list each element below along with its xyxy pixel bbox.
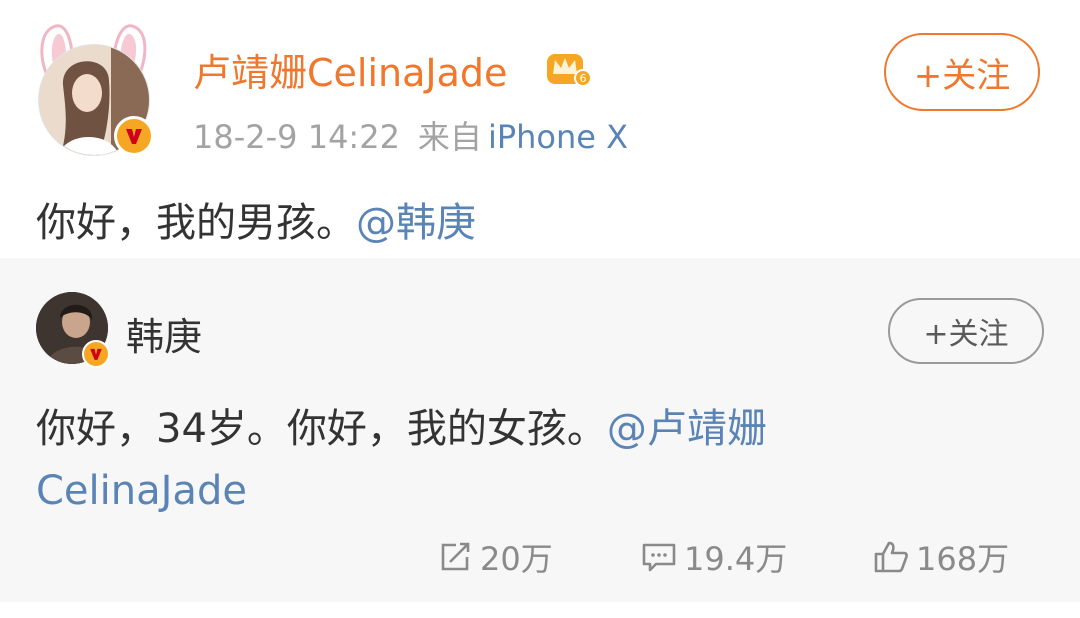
crown-vip-icon[interactable]: 6 [545, 44, 591, 88]
post-meta: 18-2-9 14:22 来自 iPhone X [193, 112, 628, 158]
repost-follow-button[interactable]: +关注 [888, 298, 1044, 364]
comment-icon [642, 543, 676, 572]
like-count: 168万 [916, 540, 1010, 578]
repost-text: 你好，34岁。你好，我的女孩。 [36, 406, 607, 452]
repost-content: 你好，34岁。你好，我的女孩。@卢靖姗CelinaJade [36, 398, 896, 522]
like-icon [874, 541, 908, 573]
post-username[interactable]: 卢靖姗CelinaJade [193, 42, 507, 97]
post-content: 你好，我的男孩。@韩庚 [36, 190, 476, 248]
bottom-divider [0, 602, 1080, 618]
avatar-group[interactable] [28, 20, 158, 160]
repost-action[interactable]: 20万 [438, 534, 553, 580]
like-action[interactable]: 168万 [872, 534, 1009, 580]
comment-count: 19.4万 [684, 540, 788, 578]
comment-action[interactable]: 19.4万 [640, 534, 787, 580]
post-mention-link[interactable]: @韩庚 [356, 200, 476, 246]
reposted-weibo[interactable]: 韩庚 +关注 你好，34岁。你好，我的女孩。@卢靖姗CelinaJade 20万… [0, 258, 1080, 602]
post-device[interactable]: iPhone X [488, 118, 628, 156]
follow-button[interactable]: +关注 [884, 33, 1040, 111]
repost-verified-v-icon [82, 340, 110, 368]
post-source-prefix: 来自 [417, 118, 482, 156]
post-text: 你好，我的男孩。 [36, 200, 356, 246]
weibo-post: 卢靖姗CelinaJade 6 18-2-9 14:22 来自 iPhone X +… [0, 0, 1080, 258]
repost-username[interactable]: 韩庚 [126, 306, 202, 361]
repost-count: 20万 [480, 540, 553, 578]
svg-text:6: 6 [580, 72, 587, 85]
verified-v-icon [114, 116, 154, 156]
post-timestamp: 18-2-9 14:22 [193, 118, 400, 156]
action-bar: 20万 19.4万 168万 [0, 528, 1080, 588]
repost-icon [441, 542, 470, 571]
